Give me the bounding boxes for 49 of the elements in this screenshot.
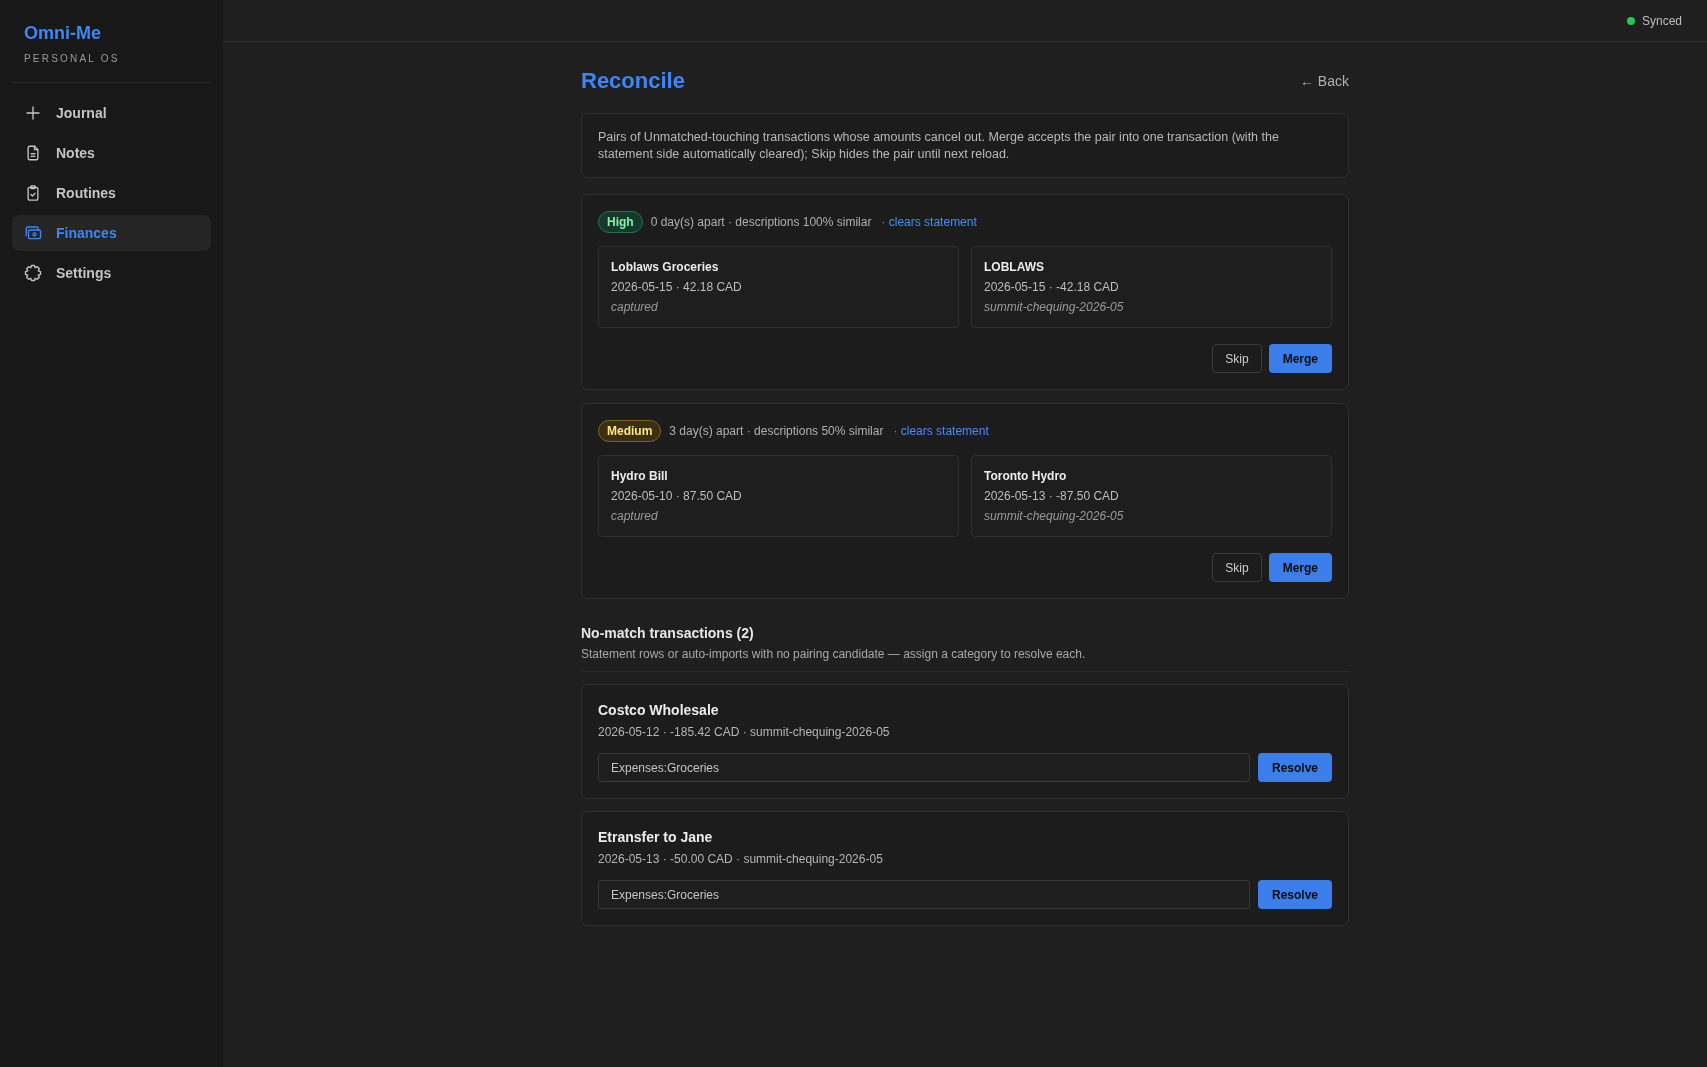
sidebar-item[interactable]: Settings	[12, 255, 211, 291]
app-logo-text: Omni-Me	[24, 22, 102, 44]
transaction-title: Toronto Hydro	[984, 468, 1068, 485]
document-icon	[24, 144, 42, 162]
category-input[interactable]: Expenses:Groceries	[598, 753, 1250, 782]
transaction-meta: 2026-05-12 · -185.42 CAD · summit-chequing-2026-05	[598, 724, 891, 740]
skip-button[interactable]: Skip	[1212, 344, 1262, 373]
match-details: 3 day(s) apart · descriptions 50% similar	[669, 424, 884, 438]
clears-statement-note: · clears statement	[893, 424, 989, 438]
resolve-button[interactable]: Resolve	[1257, 753, 1332, 782]
transaction-meta: 2026-05-15 · -42.18 CAD	[984, 279, 1120, 296]
merge-button[interactable]: Merge	[1268, 344, 1332, 373]
sidebar-item[interactable]: Finances	[12, 215, 211, 251]
section-heading: No-match transactions (2)	[581, 624, 755, 642]
banknotes-icon	[24, 224, 42, 242]
transaction-title: Hydro Bill	[611, 468, 669, 485]
clipboard-check-icon	[24, 184, 42, 202]
transaction-title: Loblaws Groceries	[611, 259, 720, 276]
plus-icon	[24, 104, 42, 122]
transaction-title: LOBLAWS	[984, 259, 1045, 276]
sync-status: Synced	[1641, 13, 1682, 28]
transaction-meta: 2026-05-13 · -50.00 CAD · summit-chequing-2026-05	[598, 851, 884, 867]
match-details: 0 day(s) apart · descriptions 100% similar	[650, 215, 872, 229]
transaction-source: summit-chequing-2026-05	[984, 299, 1125, 316]
category-input[interactable]: Expenses:Groceries	[598, 880, 1250, 909]
merge-button[interactable]: Merge	[1268, 553, 1332, 582]
confidence-badge: High	[598, 211, 643, 233]
transaction-title: Costco Wholesale	[598, 701, 720, 719]
transaction-meta: 2026-05-15 · 42.18 CAD	[611, 279, 743, 296]
transaction-source: captured	[611, 299, 659, 316]
app-tagline: PERSONAL OS	[24, 52, 121, 66]
transaction-meta: 2026-05-10 · 87.50 CAD	[611, 488, 743, 505]
transaction-source: captured	[611, 508, 659, 525]
gear-icon	[24, 264, 42, 282]
transaction-meta: 2026-05-13 · -87.50 CAD	[984, 488, 1120, 505]
clears-statement-note: · clears statement	[881, 215, 977, 229]
resolve-button[interactable]: Resolve	[1257, 880, 1332, 909]
section-subtitle: Statement rows or auto-imports with no pairing candidate — assign a category to resolve each.	[581, 646, 1087, 662]
sidebar-item[interactable]: Journal	[12, 95, 211, 131]
sidebar-item[interactable]: Notes	[12, 135, 211, 171]
confidence-badge: Medium	[598, 420, 662, 442]
transaction-title: Etransfer to Jane	[598, 828, 714, 846]
transaction-source: summit-chequing-2026-05	[984, 508, 1125, 525]
status-dot-icon	[1626, 16, 1635, 25]
back-link[interactable]: ← Back	[1300, 73, 1349, 89]
page-title: Reconcile	[581, 67, 685, 95]
sidebar-item[interactable]: Routines	[12, 175, 211, 211]
skip-button[interactable]: Skip	[1212, 553, 1262, 582]
description-text: Pairs of Unmatched-touching transactions whose amounts cancel out. Merge accepts the pair into one transaction (with the statement side automatically cleared); Skip hides the pair until next reload.	[598, 129, 1280, 162]
